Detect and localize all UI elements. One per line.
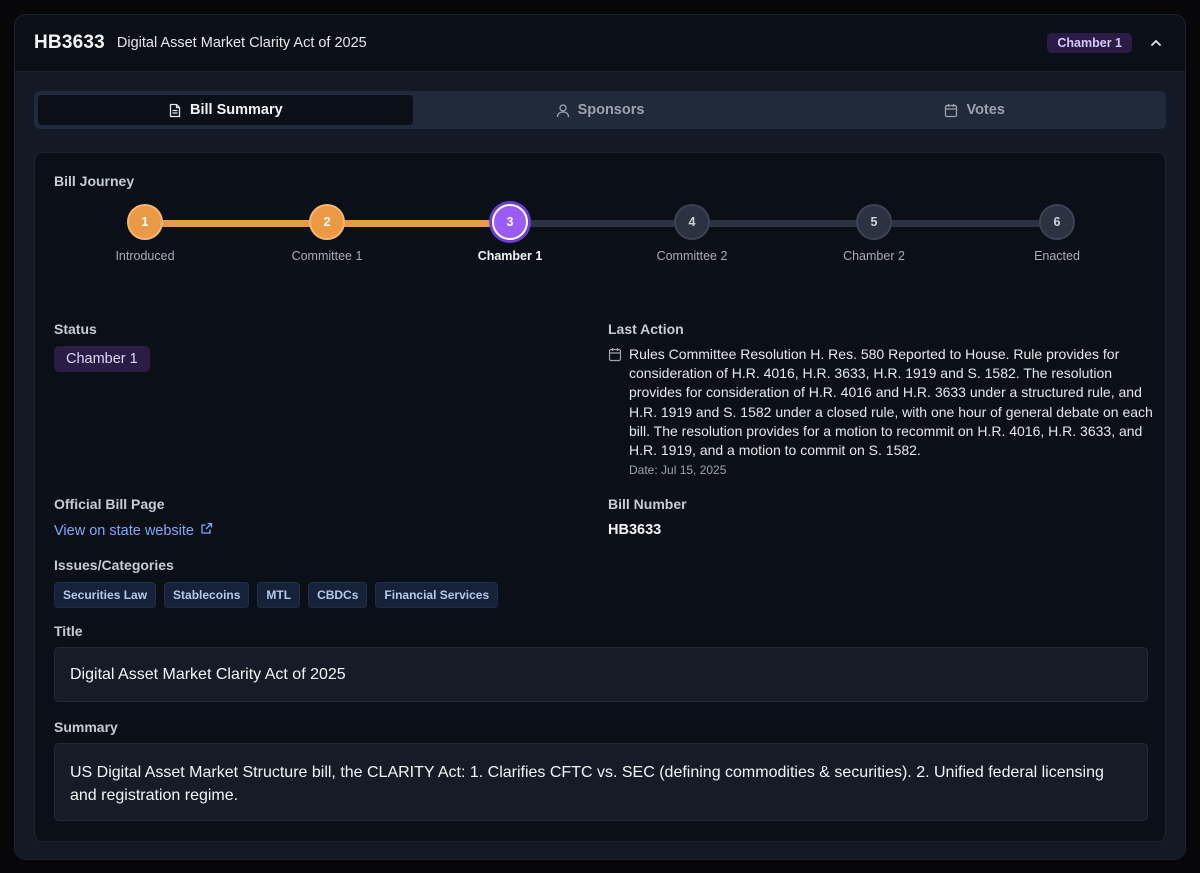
card-content: Bill Summary Sponsors Votes Bill Journey… bbox=[15, 72, 1185, 859]
status-label: Status bbox=[54, 321, 97, 337]
chevron-up-icon[interactable] bbox=[1146, 33, 1166, 53]
last-action-text: Rules Committee Resolution H. Res. 580 R… bbox=[629, 346, 1153, 459]
journey-step-label: Chamber 2 bbox=[843, 249, 905, 263]
journey-step: 1 Introduced bbox=[75, 204, 215, 263]
issue-tags: Securities Law Stablecoins MTL CBDCs Financi… bbox=[54, 582, 1154, 608]
journey-step-dot: 6 bbox=[1039, 204, 1075, 240]
tab-bill-summary[interactable]: Bill Summary bbox=[38, 95, 413, 125]
last-action-date: Date: Jul 15, 2025 bbox=[629, 463, 727, 478]
journey-track-remaining bbox=[510, 220, 1057, 227]
card-header[interactable]: HB3633 Digital Asset Market Clarity Act … bbox=[15, 15, 1185, 72]
summary-field: US Digital Asset Market Structure bill, … bbox=[54, 743, 1148, 821]
external-link-icon[interactable] bbox=[200, 522, 213, 540]
tab-label: Votes bbox=[966, 102, 1005, 118]
journey-step-label: Committee 2 bbox=[656, 249, 728, 263]
bill-id: HB3633 bbox=[34, 32, 105, 53]
journey-step-label: Enacted bbox=[1034, 249, 1080, 263]
journey-step-dot: 1 bbox=[127, 204, 163, 240]
summary-label: Summary bbox=[54, 719, 118, 735]
tab-label: Bill Summary bbox=[190, 102, 283, 118]
issue-tag: Stablecoins bbox=[164, 582, 250, 608]
tab-votes[interactable]: Votes bbox=[787, 95, 1162, 125]
journey-step-label: Introduced bbox=[115, 249, 175, 263]
calendar-icon bbox=[608, 345, 622, 477]
tab-bar: Bill Summary Sponsors Votes bbox=[34, 91, 1166, 129]
issues-label: Issues/Categories bbox=[54, 557, 174, 573]
journey-step: 2 Committee 1 bbox=[257, 204, 397, 263]
journey-step-label: Chamber 1 bbox=[477, 249, 543, 263]
last-action-label: Last Action bbox=[608, 321, 684, 337]
state-website-link[interactable]: View on state website bbox=[54, 523, 194, 539]
journey-step-dot: 2 bbox=[309, 204, 345, 240]
user-icon bbox=[556, 103, 570, 118]
tab-label: Sponsors bbox=[577, 102, 645, 118]
issue-tag: Securities Law bbox=[54, 582, 157, 608]
status-badge-header: Chamber 1 bbox=[1047, 33, 1132, 53]
title-label: Title bbox=[54, 623, 83, 639]
issue-tag: Financial Services bbox=[375, 582, 499, 608]
journey-step: 5 Chamber 2 bbox=[804, 204, 944, 263]
journey-step-dot: 4 bbox=[674, 204, 710, 240]
bill-number-value: HB3633 bbox=[608, 522, 662, 538]
status-badge: Chamber 1 bbox=[54, 346, 150, 372]
document-icon bbox=[168, 103, 182, 118]
bill-title: Digital Asset Market Clarity Act of 2025 bbox=[116, 35, 367, 51]
journey-step: 3 Chamber 1 bbox=[440, 204, 580, 263]
bill-journey: 1 Introduced 2 Committee 1 3 Chamber 1 4 Commit… bbox=[54, 197, 1146, 287]
bill-journey-label: Bill Journey bbox=[54, 173, 135, 189]
official-page-label: Official Bill Page bbox=[54, 496, 165, 512]
title-field: Digital Asset Market Clarity Act of 2025 bbox=[54, 647, 1148, 702]
journey-step: 6 Enacted bbox=[987, 204, 1127, 263]
bill-summary-panel: Bill Journey 1 Introduced 2 Committee 1 3 Cha… bbox=[34, 152, 1166, 842]
journey-step-dot: 3 bbox=[492, 204, 528, 240]
issue-tag: CBDCs bbox=[308, 582, 368, 608]
journey-step: 4 Committee 2 bbox=[622, 204, 762, 263]
tab-sponsors[interactable]: Sponsors bbox=[413, 95, 788, 125]
issue-tag: MTL bbox=[257, 582, 301, 608]
calendar-icon bbox=[944, 103, 958, 118]
bill-card: HB3633 Digital Asset Market Clarity Act … bbox=[14, 14, 1186, 860]
bill-number-label: Bill Number bbox=[608, 496, 687, 512]
journey-step-label: Committee 1 bbox=[291, 249, 363, 263]
journey-step-dot: 5 bbox=[856, 204, 892, 240]
